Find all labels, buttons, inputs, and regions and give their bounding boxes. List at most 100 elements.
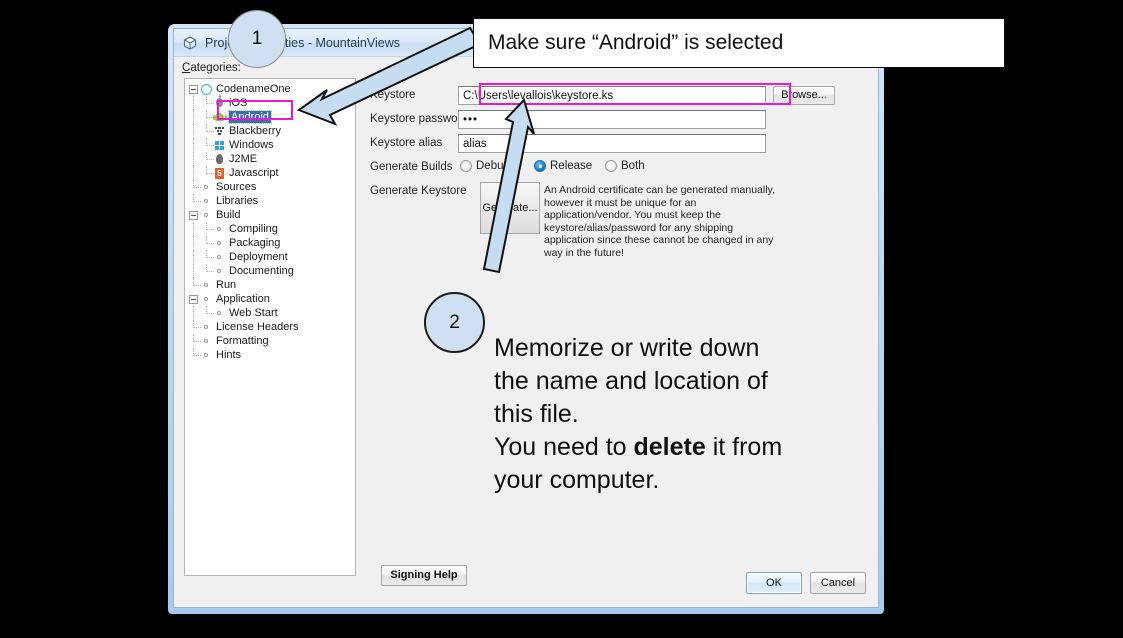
keystore-alias-input[interactable]: alias [458,134,766,153]
tree-indent [187,306,200,320]
keystore-password-input[interactable]: ••• [458,110,766,129]
tree-indent [187,222,200,236]
radio-debug[interactable]: Debug [460,160,510,172]
tree-item-ios[interactable]: iOS [185,95,355,110]
bullet-icon [213,237,226,250]
tree-item-license-headers[interactable]: License Headers [185,320,355,334]
tree-connector [187,320,201,334]
certificate-note: An Android certificate can be generated … [544,184,775,259]
tree-item-label: License Headers [216,321,299,333]
tree-item-hints[interactable]: Hints [185,348,355,362]
instruction-line-3: this file. [494,400,579,428]
cancel-button[interactable]: Cancel [810,572,866,594]
radio-debug-label: Debug [476,160,510,172]
tree-item-formatting[interactable]: Formatting [185,334,355,348]
tree-connector [200,222,214,236]
bullet-icon [200,293,213,306]
tree-item-android[interactable]: Android [185,110,355,124]
tree-item-label: J2ME [229,153,258,165]
tree-connector [200,138,214,152]
tree-item-compiling[interactable]: Compiling [185,222,355,236]
bullet-icon [200,181,213,194]
windows-icon [213,139,226,152]
radio-release[interactable]: Release [534,160,592,172]
instruction-line-4: You need to delete it from [494,431,854,464]
step-2-number: 2 [449,311,460,333]
tree-item-web-start[interactable]: Web Start [185,306,355,320]
tree-item-run[interactable]: Run [185,278,355,292]
tree-connector [187,180,201,194]
tree-expander[interactable] [187,208,200,222]
radio-release-indicator [534,160,546,172]
tree-item-label: Web Start [229,307,278,319]
radio-both[interactable]: Both [605,160,645,172]
ok-button[interactable]: OK [746,572,802,594]
tree-item-label: Application [216,293,270,305]
categories-tree[interactable]: CodenameOne iOS Android Blackberry Windows J2… [184,78,356,576]
tree-indent [187,138,200,152]
tree-item-sources[interactable]: Sources [185,180,355,194]
tree-expander[interactable] [187,292,200,306]
dialog-button-bar: OK Cancel [746,572,866,594]
categories-label: Categories: [182,62,241,74]
radio-both-indicator [605,160,617,172]
tree-item-libraries[interactable]: Libraries [185,194,355,208]
tree-connector [187,278,201,292]
tree-item-label: Libraries [216,195,259,207]
android-note-box: Make sure “Android” is selected [473,18,1005,68]
tree-item-label: Sources [216,181,257,193]
bullet-icon [200,321,213,334]
generate-keystore-button[interactable]: Generate... [480,182,540,234]
tree-connector [200,236,214,250]
j2me-icon [213,153,226,166]
tree-connector [200,264,214,278]
tree-item-label: Formatting [216,335,269,347]
tree-item-javascript[interactable]: 5 Javascript [185,166,355,180]
tree-item-documenting[interactable]: Documenting [185,264,355,278]
tree-item-application[interactable]: Application [185,292,355,306]
radio-release-label: Release [550,160,593,172]
tree-connector [187,194,201,208]
tree-item-build[interactable]: Build [185,208,355,222]
instruction-delete-emphasis: delete [633,433,706,461]
tree-item-deployment[interactable]: Deployment [185,250,355,264]
tree-item-blackberry[interactable]: Blackberry [185,124,355,138]
tree-indent [187,250,200,264]
tree-indent [187,152,200,166]
tree-item-packaging[interactable]: Packaging [185,236,355,250]
tree-item-label: Hints [216,349,242,361]
bullet-icon [200,279,213,292]
tree-connector [200,124,214,138]
blackberry-icon [213,125,226,138]
android-icon [212,111,227,124]
tree-connector [200,96,214,110]
tree-item-windows[interactable]: Windows [185,138,355,152]
tree-item-label: Android [228,110,272,124]
signing-help-button[interactable]: Signing Help [381,565,467,586]
bullet-icon [213,223,226,236]
bullet-icon [213,251,226,264]
dialog-inner: Project Properties - MountainViews Categ… [173,28,879,608]
tree-connector [200,152,214,166]
javascript-icon: 5 [213,167,226,180]
step-1-number: 1 [251,28,263,49]
instruction-line-5: your computer. [494,466,660,494]
tree-item-label: Run [216,279,237,291]
keystore-row: Keystore C:\Users\levallois\keystore.ks … [370,86,868,110]
keystore-input[interactable]: C:\Users\levallois\keystore.ks [458,86,766,105]
bullet-icon [200,349,213,362]
tree-item-j2me[interactable]: J2ME [185,152,355,166]
android-note-text: Make sure “Android” is selected [488,31,784,54]
instruction-line-1: Memorize or write down [494,334,760,362]
tree-connector [187,334,201,348]
tree-item-codenameone[interactable]: CodenameOne [185,81,355,97]
tree-connector [187,348,201,362]
generate-keystore-label: Generate Keystore [370,185,467,197]
tree-expander[interactable] [187,82,200,96]
tree-item-label: iOS [229,97,248,109]
step-2-callout: 2 [424,292,485,353]
tree-indent [187,166,200,180]
instruction-line-4c: it from [705,433,783,461]
project-properties-dialog: Project Properties - MountainViews Categ… [168,24,884,614]
browse-button[interactable]: Browse... [773,86,835,105]
